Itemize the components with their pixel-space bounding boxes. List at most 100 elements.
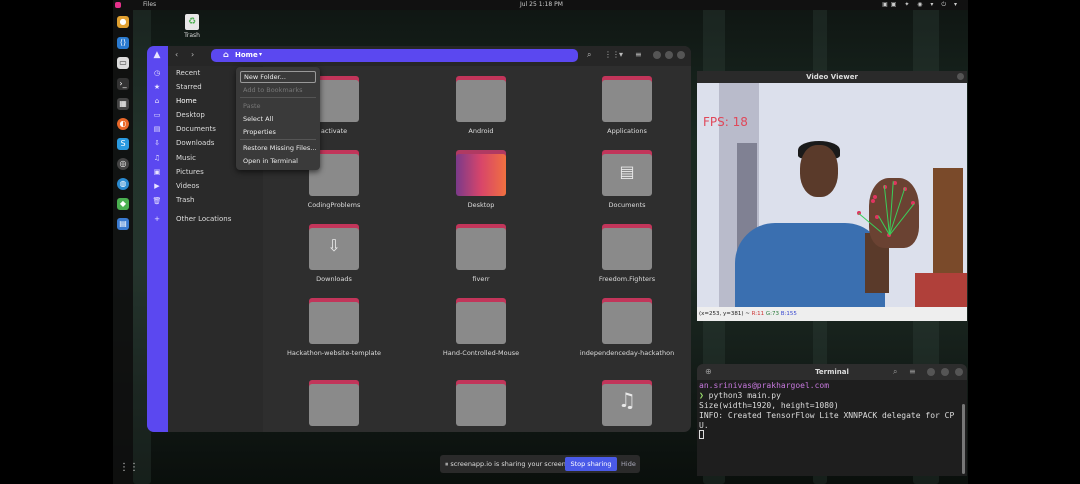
- folder-item[interactable]: Freedom.Fighters: [577, 224, 677, 283]
- minimize-button[interactable]: [653, 51, 661, 59]
- menu-item-paste[interactable]: Paste: [243, 102, 261, 110]
- terminal-command-line: ❯ python3 main.py: [699, 391, 781, 400]
- folder-item[interactable]: [431, 380, 531, 431]
- maximize-button[interactable]: [665, 51, 673, 59]
- app-menu[interactable]: Files: [143, 1, 156, 8]
- folder-item[interactable]: ♫: [577, 380, 677, 431]
- sidebar-item-home[interactable]: Home: [176, 97, 197, 105]
- person-torso: [735, 223, 885, 307]
- folder-icon: [602, 76, 652, 122]
- menu-separator: [240, 97, 316, 98]
- close-button[interactable]: [677, 51, 685, 59]
- skype-icon[interactable]: S: [117, 138, 129, 150]
- plus-icon[interactable]: +: [152, 214, 162, 224]
- video-viewer-title: Video Viewer: [806, 73, 858, 81]
- trash-icon: ♻: [185, 14, 199, 30]
- downloads-icon[interactable]: ⇩: [152, 138, 162, 148]
- terminal-user-line: an.srinivas@prakhargoel.com: [699, 381, 830, 390]
- cursor-coords: (x=253, y=381) ~: [699, 311, 750, 317]
- folder-icon: [456, 224, 506, 270]
- folder-item[interactable]: Hand-Controlled-Mouse: [431, 298, 531, 357]
- menu-item-open-terminal[interactable]: Open in Terminal: [243, 157, 298, 165]
- sidebar-item-trash[interactable]: Trash: [176, 196, 195, 204]
- terminal-cursor[interactable]: [699, 430, 704, 439]
- video-status-bar: (x=253, y=381) ~ R:11 G:73 B:155: [697, 307, 967, 321]
- menu-icon[interactable]: ≡: [909, 367, 916, 376]
- desktop-icon[interactable]: ▭: [152, 110, 162, 120]
- stop-sharing-button[interactable]: Stop sharing: [565, 457, 617, 471]
- clock[interactable]: Jul 25 1:18 PM: [520, 1, 563, 8]
- back-icon[interactable]: ‹: [175, 50, 178, 59]
- obs-icon[interactable]: ◎: [117, 158, 129, 170]
- browser-icon[interactable]: ◍: [117, 178, 129, 190]
- close-button[interactable]: [955, 368, 963, 376]
- maximize-button[interactable]: [941, 368, 949, 376]
- folder-item[interactable]: fiverr: [431, 224, 531, 283]
- close-button[interactable]: [957, 73, 964, 80]
- folder-item[interactable]: ▤ Documents: [577, 150, 677, 209]
- folder-item[interactable]: independenceday-hackathon: [577, 298, 677, 357]
- search-icon[interactable]: ⌕: [893, 367, 897, 377]
- folder-name: CodingProblems: [307, 201, 361, 209]
- recent-icon[interactable]: ◷: [152, 68, 162, 78]
- show-apps-icon[interactable]: ⋮⋮: [119, 462, 139, 473]
- app-icon[interactable]: ▤: [117, 218, 129, 230]
- sidebar-item-videos[interactable]: Videos: [176, 182, 199, 190]
- desktop-trash[interactable]: ♻ Trash: [181, 14, 203, 39]
- search-icon[interactable]: ⌕: [587, 50, 591, 60]
- files-sidebar-strip: ▲ ◷ ★ ⌂ ▭ ▤ ⇩ ♫ ▣ ▶ 🗑 +: [147, 46, 168, 432]
- folder-icon: [309, 298, 359, 344]
- folder-item[interactable]: Desktop: [431, 150, 531, 209]
- firefox-icon[interactable]: ◐: [117, 118, 129, 130]
- chevron-down-icon[interactable]: ▾: [619, 50, 623, 59]
- sidebar-item-music[interactable]: Music: [176, 154, 196, 162]
- folder-item[interactable]: Hackathon-website-template: [284, 298, 384, 357]
- videos-icon[interactable]: ▶: [152, 181, 162, 191]
- menu-item-restore-missing[interactable]: Restore Missing Files...: [243, 144, 317, 152]
- hide-button[interactable]: Hide: [621, 460, 636, 468]
- sidebar-item-desktop[interactable]: Desktop: [176, 111, 205, 119]
- path-bar[interactable]: ⌂ Home ▾: [211, 49, 578, 62]
- menu-separator: [240, 139, 316, 140]
- star-icon[interactable]: ★: [152, 82, 162, 92]
- menu-item-new-folder[interactable]: New Folder...: [240, 71, 316, 83]
- folder-item[interactable]: Applications: [577, 76, 677, 135]
- chrome-icon[interactable]: ●: [117, 16, 129, 28]
- documents-icon[interactable]: ▤: [152, 124, 162, 134]
- menu-item-add-bookmarks[interactable]: Add to Bookmarks: [243, 86, 303, 94]
- folder-item[interactable]: [284, 380, 384, 431]
- android-studio-icon[interactable]: ◆: [117, 198, 129, 210]
- folder-item[interactable]: ⇩ Downloads: [284, 224, 384, 283]
- terminal-scrollbar[interactable]: [962, 404, 965, 474]
- pictures-icon[interactable]: ▣: [152, 167, 162, 177]
- terminal-icon[interactable]: ›_: [117, 78, 129, 90]
- sidebar-item-downloads[interactable]: Downloads: [176, 139, 214, 147]
- top-bar: Files Jul 25 1:18 PM ▣▣ ✦ ◉ ▾ ⏻ ▾: [113, 0, 968, 10]
- view-options-icon[interactable]: ⋮⋮: [604, 50, 620, 59]
- system-tray[interactable]: ▣▣ ✦ ◉ ▾ ⏻ ▾: [882, 1, 960, 9]
- files-icon[interactable]: ▭: [117, 57, 129, 69]
- activities-button[interactable]: [115, 2, 121, 8]
- vscode-icon[interactable]: ⟨⟩: [117, 37, 129, 49]
- menu-item-properties[interactable]: Properties: [243, 128, 276, 136]
- video-viewer-window: Video Viewer FPS: 18 (x=253, y=381) ~ R:…: [697, 71, 967, 321]
- menu-item-select-all[interactable]: Select All: [243, 115, 273, 123]
- menu-icon[interactable]: ≡: [635, 50, 642, 59]
- sidebar-item-recent[interactable]: Recent: [176, 69, 200, 77]
- downloads-folder-icon: ⇩: [309, 224, 359, 270]
- sidebar-item-pictures[interactable]: Pictures: [176, 168, 204, 176]
- forward-icon[interactable]: ›: [191, 50, 194, 59]
- home-icon[interactable]: ⌂: [152, 96, 162, 106]
- door: [933, 168, 963, 288]
- sidebar-item-documents[interactable]: Documents: [176, 125, 216, 133]
- minimize-button[interactable]: [927, 368, 935, 376]
- desktop-folder-icon: [456, 150, 506, 196]
- sidebar-item-starred[interactable]: Starred: [176, 83, 202, 91]
- music-icon[interactable]: ♫: [152, 153, 162, 163]
- folder-icon: [456, 298, 506, 344]
- folder-name: Desktop: [467, 201, 495, 209]
- folder-item[interactable]: Android: [431, 76, 531, 135]
- sidebar-item-other-locations[interactable]: Other Locations: [176, 215, 231, 223]
- screenshot-icon[interactable]: ▦: [117, 98, 129, 110]
- trash-icon[interactable]: 🗑: [152, 196, 162, 206]
